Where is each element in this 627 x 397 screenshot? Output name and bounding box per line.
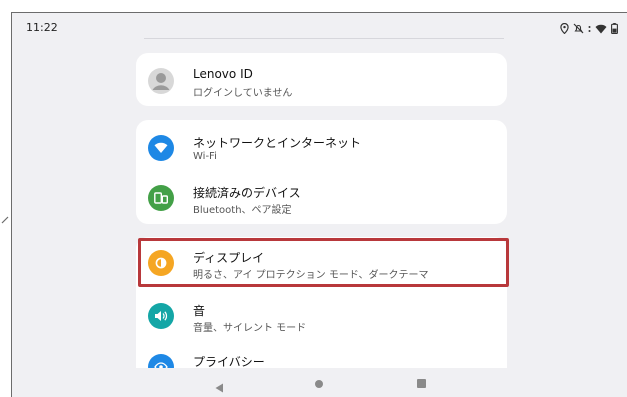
location-icon (560, 19, 569, 38)
devices-icon (148, 185, 174, 211)
lenovo-id-card[interactable]: Lenovo ID ログインしていません (136, 53, 507, 106)
recents-icon[interactable] (417, 379, 426, 388)
status-bar: 11:22 (12, 13, 627, 39)
network-title: ネットワークとインターネット (193, 136, 362, 150)
settings-item-sound[interactable]: 音 音量、サイレント モード (136, 290, 507, 340)
mute-icon (573, 19, 584, 38)
settings-item-connected-devices[interactable]: 接続済みのデバイス Bluetooth、ペア設定 (136, 172, 507, 222)
back-icon[interactable] (215, 378, 224, 397)
battery-icon (611, 19, 618, 38)
network-subtitle: Wi-Fi (193, 151, 217, 162)
lenovo-id-row[interactable]: Lenovo ID ログインしていません (136, 55, 507, 105)
connectivity-card: ネットワークとインターネット Wi-Fi 接続済みのデバイス Bluetooth… (136, 120, 507, 224)
devices-subtitle: Bluetooth、ペア設定 (193, 205, 292, 216)
home-icon[interactable] (315, 380, 323, 388)
sound-title: 音 (193, 304, 206, 318)
top-divider (144, 38, 504, 39)
settings-item-network[interactable]: ネットワークとインターネット Wi-Fi (136, 122, 507, 172)
lenovo-id-subtitle: ログインしていません (193, 88, 293, 99)
vibrate-dots-icon (588, 19, 591, 38)
status-icons (560, 19, 618, 38)
status-time: 11:22 (26, 21, 58, 34)
display-highlight-box (138, 238, 509, 287)
lenovo-id-title: Lenovo ID (193, 67, 253, 81)
wifi-icon (148, 135, 174, 161)
avatar-icon (148, 68, 174, 94)
navigation-bar (12, 368, 627, 397)
tablet-screen: 11:22 Lenovo ID ログインしていません ネットワークとインターネッ… (11, 12, 627, 397)
sound-subtitle: 音量、サイレント モード (193, 323, 307, 334)
sound-icon (148, 303, 174, 329)
side-marker (0, 210, 10, 224)
wifi-icon (595, 19, 607, 38)
devices-title: 接続済みのデバイス (193, 186, 301, 200)
